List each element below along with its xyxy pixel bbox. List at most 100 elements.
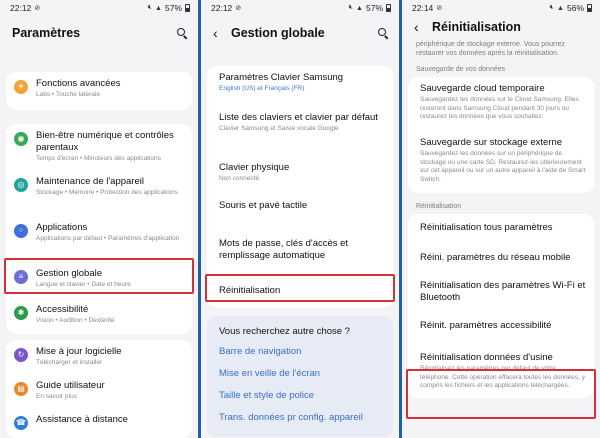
item-subtitle: Clavier Samsung et Saisie vocale Google	[219, 125, 339, 132]
accessibility-icon: ✱	[14, 306, 28, 320]
page-title: Paramètres	[12, 26, 81, 40]
apps-icon: ⁘	[14, 224, 28, 238]
settings-item-mouse-touchpad[interactable]: Souris et pavé tactile	[207, 190, 393, 224]
item-title: Bien-être numérique et contrôles parenta…	[36, 130, 174, 153]
item-subtitle: Vision • Audition • Dextérité	[36, 317, 115, 324]
settings-item-reset-all-settings[interactable]: Réinitialisation tous paramètres	[408, 214, 594, 244]
item-title: Guide utilisateur	[36, 380, 105, 391]
settings-item-samsung-keyboard[interactable]: Paramètres Clavier Samsung English (US) …	[207, 66, 393, 102]
item-title: Sauvegarde cloud temporaire	[420, 83, 545, 94]
back-arrow-icon[interactable]: ‹	[414, 20, 424, 34]
settings-item-advanced-features[interactable]: ✦ Fonctions avancées Labs • Touche latér…	[6, 72, 192, 110]
settings-item-factory-data-reset[interactable]: Réinitialisation données d'usine Réiniti…	[408, 342, 594, 398]
software-update-icon: ↻	[14, 348, 28, 362]
item-subtitle: Temps d'écran • Minuteurs des applicatio…	[36, 155, 161, 162]
suggestion-link-navigation-bar[interactable]: Barre de navigation	[207, 341, 393, 363]
suggestions-title: Vous recherchez autre chose ?	[219, 326, 350, 337]
settings-item-remote-support[interactable]: ☎ Assistance à distance	[6, 408, 192, 438]
search-icon[interactable]	[378, 27, 389, 39]
notification-icon: ⊘	[235, 5, 242, 12]
item-title: Réini. paramètres du réseau mobile	[420, 252, 571, 263]
item-title: Gestion globale	[36, 268, 103, 279]
item-subtitle: Langue et clavier • Date et heure	[36, 281, 131, 288]
item-subtitle: En savoir plus	[36, 393, 77, 400]
general-management-screen: 22:12 ⊘ 🔇︎ ▲ 57% ‹ Gestion globale Param…	[201, 0, 399, 438]
notification-icon: ⊘	[436, 5, 443, 12]
search-icon[interactable]	[177, 27, 188, 39]
settings-item-temporary-cloud-backup[interactable]: Sauvegarde cloud temporaire Sauvegardez …	[408, 77, 594, 131]
item-subtitle: Sauvegardez les données sur un périphéri…	[420, 150, 586, 183]
settings-item-software-update[interactable]: ↻ Mise à jour logicielle Télécharger et …	[6, 340, 192, 374]
status-time: 22:12	[10, 3, 32, 13]
item-subtitle: Applications par défaut • Paramètres d'a…	[36, 235, 180, 242]
item-title: Mise à jour logicielle	[36, 346, 122, 357]
item-title: Réinitialisation	[219, 285, 281, 296]
reset-intro-text: périphérique de stockage externe. Vous p…	[416, 41, 566, 57]
item-title: Réinitialisation des paramètres Wi-Fi et…	[420, 280, 586, 303]
suggestions-card: Vous recherchez autre chose ? Barre de n…	[207, 316, 393, 437]
item-title: Applications	[36, 222, 88, 233]
item-title: Mots de passe, clés d'accès et remplissa…	[219, 238, 349, 261]
signal-icon: ▲	[155, 4, 162, 12]
settings-item-device-care[interactable]: ◎ Maintenance de l'appareil Stockage • M…	[6, 170, 192, 216]
item-subtitle: Sauvegardez les données sur le Cloud Sam…	[420, 96, 579, 120]
battery-percent: 57%	[164, 3, 182, 13]
status-bar: 22:14 ⊘ 🔇︎ ▲ 56%	[402, 0, 600, 14]
back-arrow-icon[interactable]: ‹	[213, 26, 223, 40]
notification-icon: ⊘	[34, 5, 41, 12]
settings-item-reset-accessibility[interactable]: Réinit. paramètres accessibilité	[408, 312, 594, 342]
item-title: Réinitialisation données d'usine	[420, 352, 553, 363]
settings-item-physical-keyboard[interactable]: Clavier physique Non connecté	[207, 146, 393, 190]
settings-item-reset[interactable]: Réinitialisation	[207, 274, 393, 308]
backup-group: Sauvegarde cloud temporaire Sauvegardez …	[408, 77, 594, 193]
battery-percent: 57%	[365, 3, 383, 13]
item-title: Clavier physique	[219, 162, 290, 173]
reset-group: Réinitialisation tous paramètres Réini. …	[408, 214, 594, 398]
item-subtitle: Stockage • Mémoire • Protection des appl…	[36, 189, 178, 196]
item-subtitle: Labs • Touche latérale	[36, 91, 100, 98]
section-label-reset: Réinitialisation	[416, 203, 462, 210]
item-title: Souris et pavé tactile	[219, 200, 308, 211]
page-title: Réinitialisation	[432, 20, 521, 34]
mute-icon: 🔇︎	[147, 4, 153, 11]
settings-item-keyboard-list[interactable]: Liste des claviers et clavier par défaut…	[207, 102, 393, 146]
mute-icon: 🔇︎	[549, 4, 555, 11]
reset-screen: 22:14 ⊘ 🔇︎ ▲ 56% ‹ Réinitialisation péri…	[402, 0, 600, 438]
settings-item-accessibility[interactable]: ✱ Accessibilité Vision • Audition • Dext…	[6, 298, 192, 334]
battery-percent: 56%	[566, 3, 584, 13]
settings-item-apps[interactable]: ⁘ Applications Applications par défaut •…	[6, 216, 192, 262]
settings-screen: 22:12 ⊘ 🔇︎ ▲ 57% Paramètres ✦ Fonctions …	[0, 0, 198, 438]
section-label-backup: Sauvegarde de vos données	[416, 66, 506, 73]
settings-item-passwords-autofill[interactable]: Mots de passe, clés d'accès et remplissa…	[207, 224, 393, 274]
item-title: Fonctions avancées	[36, 78, 121, 89]
item-title: Réinitialisation tous paramètres	[420, 222, 553, 233]
user-manual-icon: ▤	[14, 382, 28, 396]
battery-icon	[185, 4, 190, 12]
suggestion-link-transfer-data[interactable]: Trans. données pr config. appareil	[207, 407, 393, 429]
general-management-icon: ≡	[14, 270, 28, 284]
settings-item-reset-wifi-bluetooth[interactable]: Réinitialisation des paramètres Wi-Fi et…	[408, 274, 594, 312]
suggestion-link-font-size[interactable]: Taille et style de police	[207, 385, 393, 407]
suggestion-link-screen-timeout[interactable]: Mise en veille de l'écran	[207, 363, 393, 385]
mute-icon: 🔇︎	[348, 4, 354, 11]
app-bar: ‹ Gestion globale	[201, 14, 399, 52]
settings-item-external-storage-backup[interactable]: Sauvegarde sur stockage externe Sauvegar…	[408, 131, 594, 193]
settings-item-user-manual[interactable]: ▤ Guide utilisateur En savoir plus	[6, 374, 192, 408]
device-care-icon: ◎	[14, 178, 28, 192]
item-title: Liste des claviers et clavier par défaut	[219, 112, 378, 123]
status-bar: 22:12 ⊘ 🔇︎ ▲ 57%	[0, 0, 198, 14]
signal-icon: ▲	[356, 4, 363, 12]
settings-item-general-management[interactable]: ≡ Gestion globale Langue et clavier • Da…	[6, 262, 192, 298]
settings-item-digital-wellbeing[interactable]: ◉ Bien-être numérique et contrôles paren…	[6, 124, 192, 170]
remote-support-icon: ☎	[14, 416, 28, 430]
item-subtitle: English (US) et Français (FR)	[219, 85, 305, 92]
settings-group: ↻ Mise à jour logicielle Télécharger et …	[6, 340, 192, 438]
item-title: Réinit. paramètres accessibilité	[420, 320, 552, 331]
digital-wellbeing-icon: ◉	[14, 132, 28, 146]
settings-group: ◉ Bien-être numérique et contrôles paren…	[6, 124, 192, 334]
item-title: Paramètres Clavier Samsung	[219, 72, 344, 83]
item-title: Assistance à distance	[36, 414, 128, 425]
settings-item-reset-mobile-network[interactable]: Réini. paramètres du réseau mobile	[408, 244, 594, 274]
item-subtitle: Télécharger et installer	[36, 359, 103, 366]
battery-icon	[386, 4, 391, 12]
